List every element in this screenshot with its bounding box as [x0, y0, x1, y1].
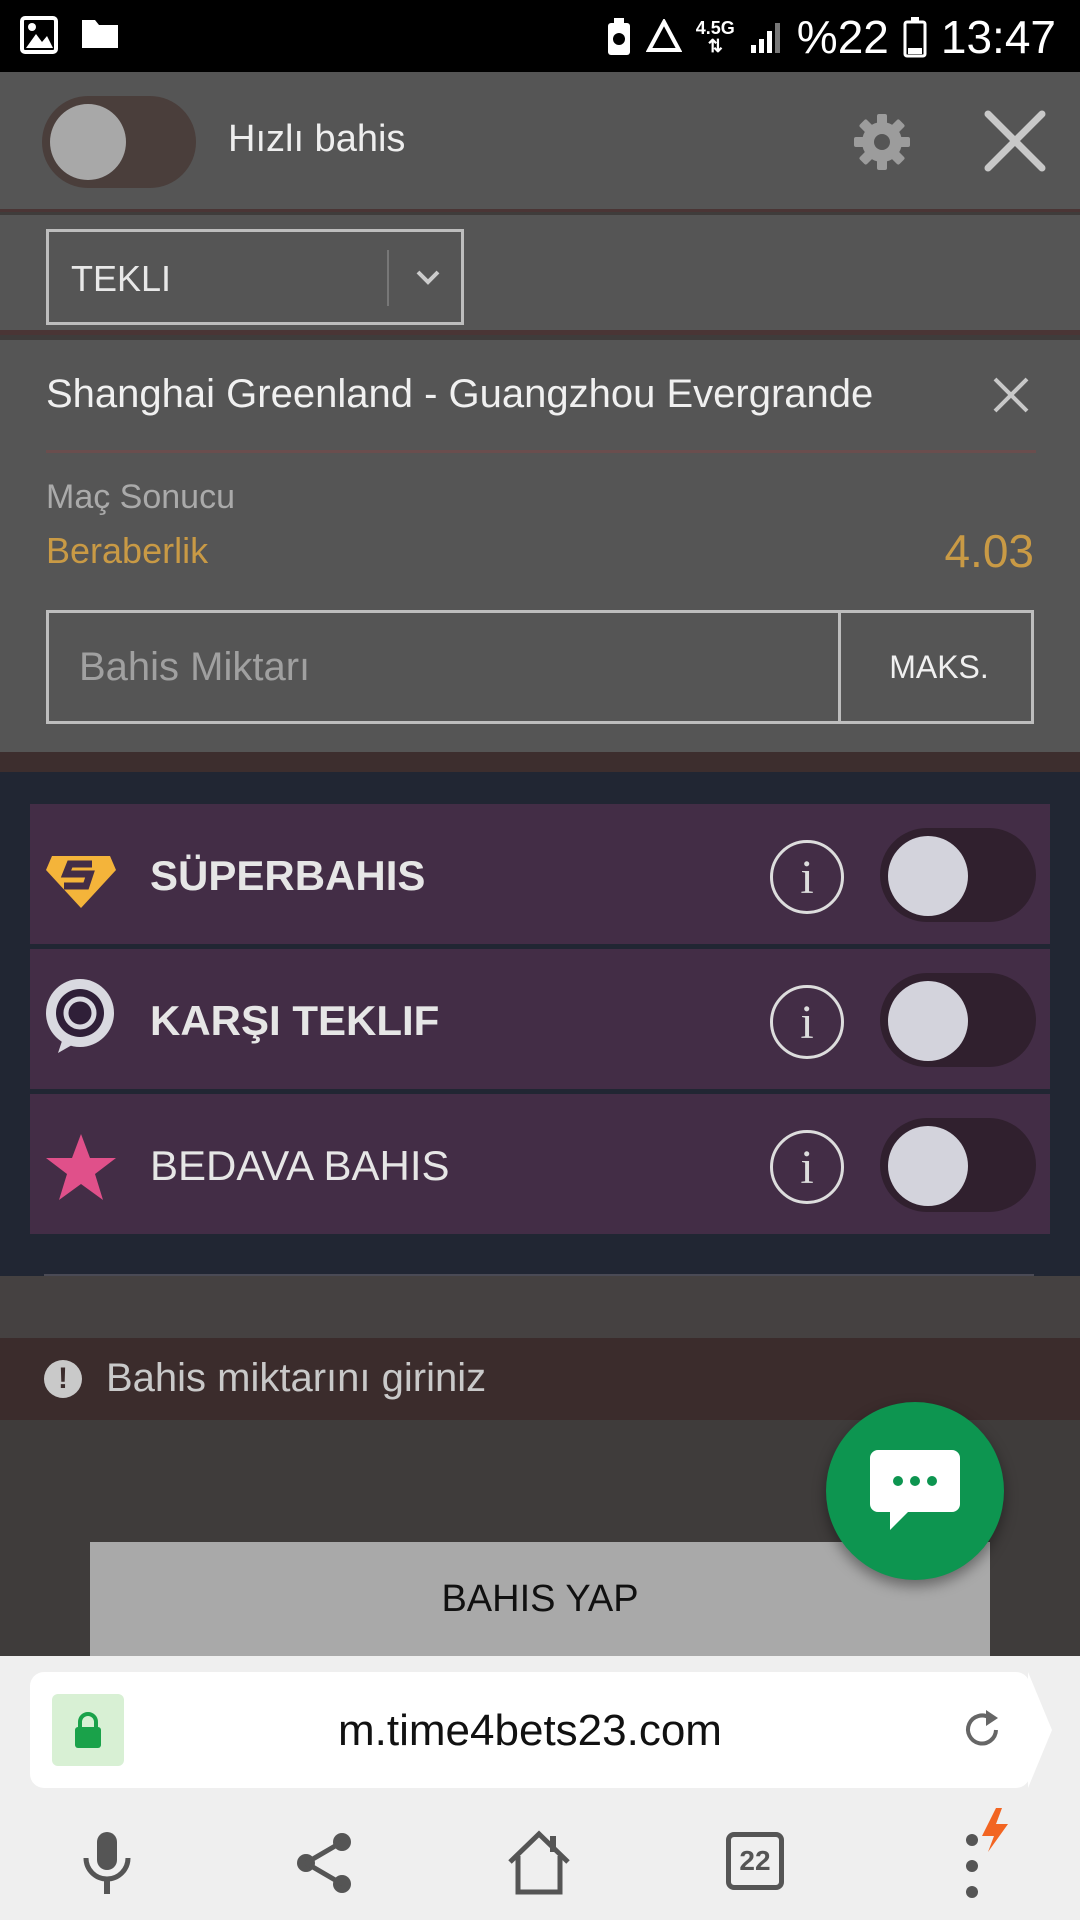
counter-offer-icon	[46, 979, 114, 1053]
status-bar: 4.5G ⇅ %22 13:47	[0, 0, 1080, 72]
chat-button[interactable]	[826, 1402, 1004, 1580]
recycle-icon	[645, 19, 682, 52]
spacer	[0, 1276, 1080, 1338]
clock: 13:47	[940, 11, 1056, 63]
bet-type-select[interactable]: TEKLI	[46, 229, 464, 325]
home-icon[interactable]	[504, 1828, 574, 1898]
system-indicators: 4.5G ⇅ %22 13:47	[606, 10, 1056, 64]
toggle-knob	[50, 104, 126, 180]
bet-selection-card: Shanghai Greenland - Guangzhou Evergrand…	[0, 340, 1080, 752]
chat-bubble-icon	[870, 1450, 960, 1530]
quick-bet-label: Hızlı bahis	[228, 118, 406, 160]
share-icon[interactable]	[290, 1828, 360, 1898]
toggle-knob	[888, 981, 968, 1061]
promo-label: SÜPERBAHIS	[150, 852, 426, 899]
warning-text: Bahis miktarını giriniz	[106, 1356, 487, 1400]
free-bet-toggle[interactable]	[880, 1118, 1036, 1212]
browser-toolbar: m.time4bets23.com 22	[0, 1656, 1080, 1920]
star-icon	[46, 1134, 116, 1200]
counter-offer-toggle[interactable]	[880, 973, 1036, 1067]
place-bet-button[interactable]: BAHIS YAP	[90, 1542, 990, 1656]
promo-row-superbahis: SÜPERBAHIS i	[30, 804, 1050, 944]
alert-icon: !	[44, 1360, 82, 1398]
section-divider	[0, 752, 1080, 772]
betslip-header: Hızlı bahis	[0, 72, 1080, 212]
promo-label: BEDAVA BAHIS	[150, 1142, 450, 1189]
url-text: m.time4bets23.com	[338, 1706, 722, 1755]
battery-percent: %22	[796, 11, 889, 63]
promo-label: KARŞI TEKLIF	[150, 997, 440, 1044]
bet-type-value: TEKLI	[71, 258, 172, 299]
match-title: Shanghai Greenland - Guangzhou Evergrand…	[46, 372, 874, 416]
toggle-knob	[888, 1126, 968, 1206]
toggle-knob	[888, 836, 968, 916]
reload-icon[interactable]	[960, 1708, 1004, 1752]
quick-bet-toggle[interactable]	[42, 96, 196, 188]
bet-type-bar: TEKLI	[0, 215, 1080, 335]
promo-row-free-bet: BEDAVA BAHIS i	[30, 1094, 1050, 1234]
promotions-panel: SÜPERBAHIS i KARŞI TEKLIF i BEDAVA BAHIS…	[0, 772, 1080, 1276]
gear-icon[interactable]	[852, 112, 912, 172]
chevron-down-icon	[416, 270, 440, 285]
stake-box: MAKS.	[46, 610, 1034, 724]
tabs-button[interactable]: 22	[726, 1832, 784, 1890]
select-divider	[387, 250, 389, 306]
selection-name: Beraberlik	[46, 530, 209, 571]
folder-icon	[82, 20, 118, 48]
network-type: 4.5G ⇅	[695, 18, 735, 56]
battery-icon	[903, 17, 927, 58]
superbahis-icon	[46, 856, 116, 908]
odds-value: 4.03	[944, 525, 1034, 577]
remove-selection-icon[interactable]	[992, 376, 1030, 414]
superbahis-toggle[interactable]	[880, 828, 1036, 922]
signal-icon	[750, 23, 780, 53]
promo-row-counter-offer: KARŞI TEKLIF i	[30, 949, 1050, 1089]
close-icon[interactable]	[982, 108, 1048, 174]
notification-icons	[20, 16, 120, 54]
info-icon[interactable]: i	[770, 985, 844, 1059]
menu-icon[interactable]	[950, 1806, 1020, 1906]
info-icon[interactable]: i	[770, 840, 844, 914]
address-bar[interactable]: m.time4bets23.com	[30, 1672, 1052, 1788]
address-bar-tail	[1028, 1672, 1052, 1788]
info-icon[interactable]: i	[770, 1130, 844, 1204]
battery-saver-icon	[607, 18, 630, 55]
stake-input[interactable]	[49, 613, 841, 721]
market-name: Maç Sonucu	[46, 478, 235, 516]
gallery-icon	[20, 16, 58, 54]
max-stake-button[interactable]: MAKS.	[844, 613, 1034, 721]
microphone-icon[interactable]	[72, 1828, 142, 1898]
divider	[46, 450, 1036, 453]
